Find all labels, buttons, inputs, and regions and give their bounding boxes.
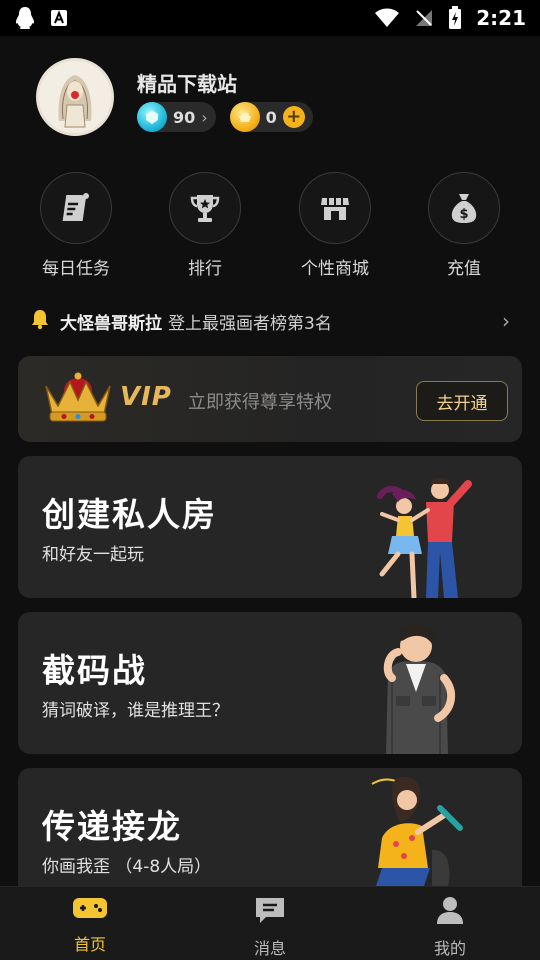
- coin-icon: [229, 102, 260, 132]
- vip-description: 立即获得尊享特权: [188, 392, 332, 413]
- bottom-nav: 首页 消息 我的: [0, 886, 540, 960]
- game-subtitle: 猜词破译，谁是推理王？: [42, 701, 229, 721]
- qq-icon: [14, 6, 36, 30]
- game-title: 传递接龙: [42, 807, 182, 846]
- task-icon: [40, 172, 112, 244]
- no-signal-icon: [414, 8, 434, 28]
- nav-label: 消息: [253, 939, 286, 958]
- announcement-bar[interactable]: 大怪兽哥斯拉 登上最强画者榜第3名 ›: [30, 306, 510, 336]
- quick-actions: 每日任务 排行 个性商城 $ 充值: [0, 172, 540, 282]
- coin-count: 0: [265, 107, 277, 127]
- gem-count: 90: [173, 107, 196, 127]
- game-card-private-room[interactable]: 创建私人房 和好友一起玩: [18, 456, 522, 598]
- clock: 2:21: [476, 6, 526, 30]
- message-icon: [254, 895, 286, 929]
- detective-illustration: [352, 612, 492, 754]
- crown-icon: [40, 370, 116, 430]
- quick-action-label: 排行: [188, 259, 222, 279]
- username: 精品下载站: [137, 72, 237, 96]
- profile-header: 精品下载站 90 › 0 +: [36, 58, 506, 138]
- ranking-button[interactable]: 排行: [150, 172, 260, 279]
- nav-home[interactable]: 首页: [30, 895, 150, 955]
- nav-label: 我的: [433, 939, 466, 958]
- daily-tasks-button[interactable]: 每日任务: [21, 172, 131, 279]
- gem-balance[interactable]: 90 ›: [137, 102, 216, 132]
- user-icon: [435, 895, 465, 929]
- nav-profile[interactable]: 我的: [390, 895, 510, 959]
- wallet: 90 › 0 +: [137, 102, 313, 132]
- chevron-right-icon: ›: [201, 107, 208, 127]
- gem-icon: [137, 102, 167, 132]
- store-icon: [299, 172, 371, 244]
- game-subtitle: 和好友一起玩: [42, 545, 144, 565]
- trophy-icon: [169, 172, 241, 244]
- svg-text:$: $: [459, 207, 468, 222]
- coin-balance[interactable]: 0 +: [229, 102, 313, 132]
- vip-activate-button[interactable]: 去开通: [416, 381, 508, 421]
- vip-banner[interactable]: VIP 立即获得尊享特权 去开通: [18, 356, 522, 442]
- money-bag-icon: $: [428, 172, 500, 244]
- font-icon: [50, 9, 68, 27]
- status-bar: 2:21: [0, 0, 540, 36]
- nav-label: 首页: [73, 935, 106, 954]
- announcement-user: 大怪兽哥斯拉: [60, 313, 162, 334]
- game-card-decrypto[interactable]: 截码战 猜词破译，谁是推理王？: [18, 612, 522, 754]
- bell-icon: [30, 308, 50, 334]
- vip-badge: VIP: [120, 382, 172, 412]
- game-subtitle: 你画我歪 （4-8人局）: [42, 857, 212, 877]
- battery-charging-icon: [448, 6, 462, 30]
- announcement-text: 登上最强画者榜第3名: [168, 313, 332, 334]
- quick-action-label: 每日任务: [42, 259, 110, 279]
- avatar[interactable]: [36, 58, 114, 136]
- game-title: 创建私人房: [42, 495, 217, 534]
- quick-action-label: 个性商城: [301, 259, 369, 279]
- wifi-icon: [374, 8, 400, 28]
- gamepad-icon: [72, 895, 108, 925]
- game-title: 截码战: [42, 651, 147, 690]
- store-button[interactable]: 个性商城: [280, 172, 390, 279]
- quick-action-label: 充值: [447, 259, 481, 279]
- friends-dancing-illustration: [342, 456, 492, 598]
- recharge-button[interactable]: $ 充值: [409, 172, 519, 279]
- add-coins-button[interactable]: +: [282, 106, 305, 128]
- chevron-right-icon: ›: [502, 309, 510, 333]
- nav-messages[interactable]: 消息: [210, 895, 330, 959]
